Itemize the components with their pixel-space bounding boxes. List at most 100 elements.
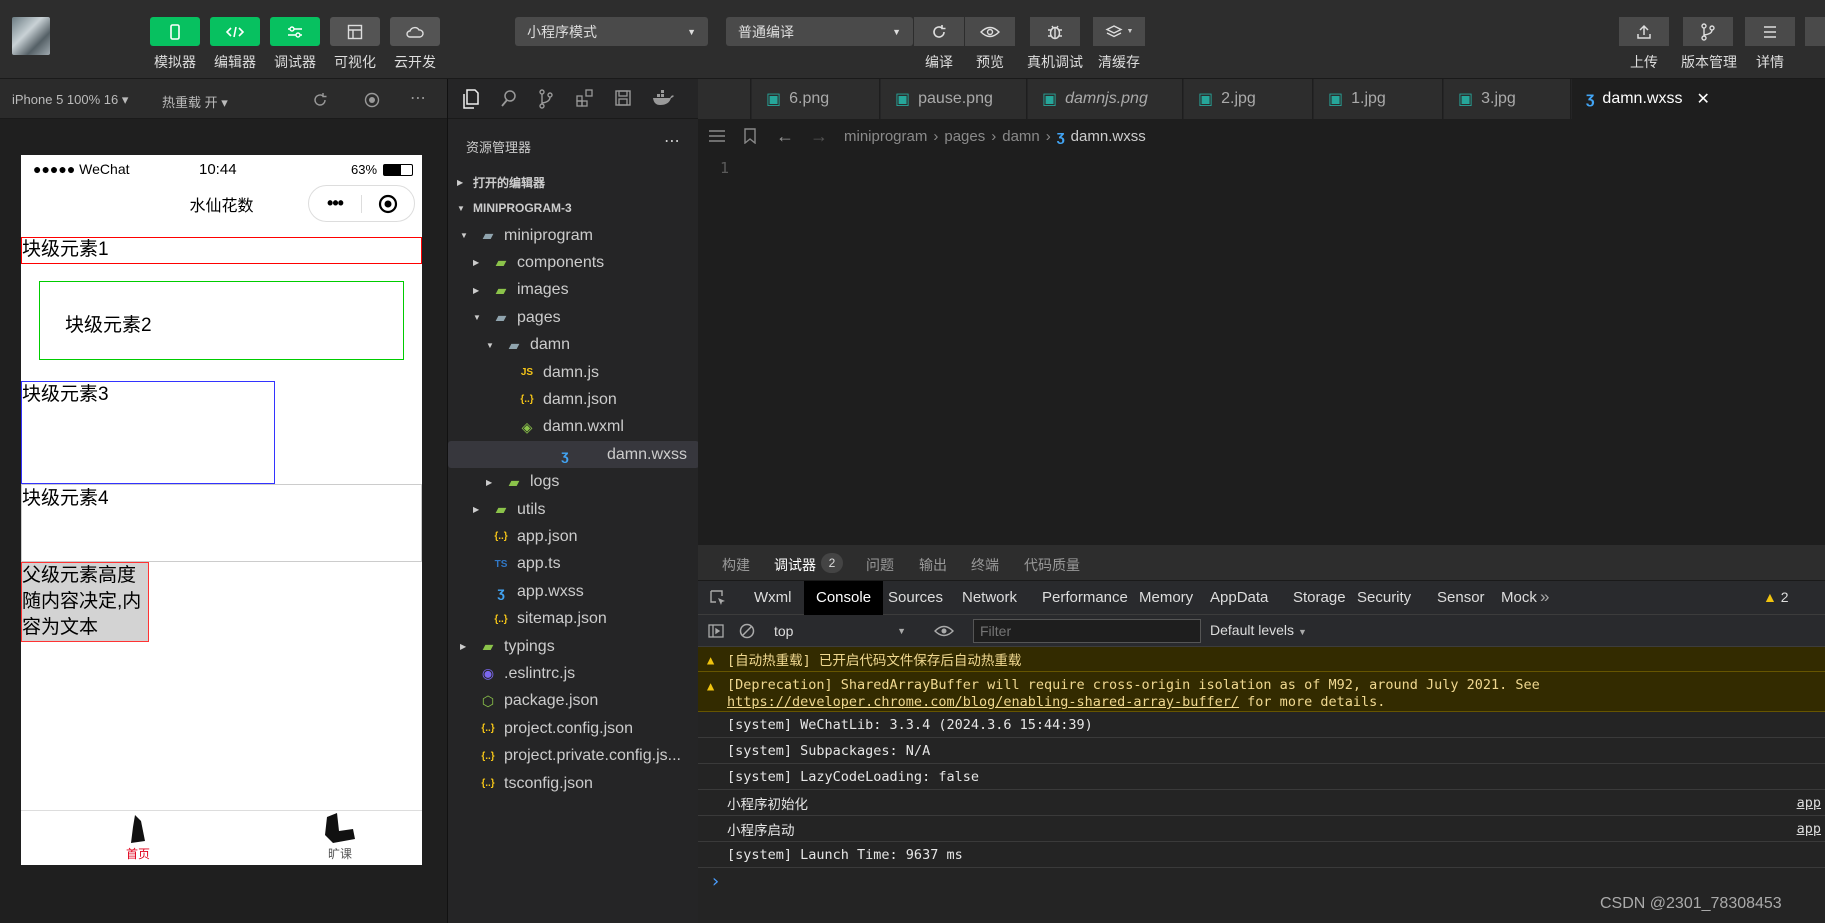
docker-icon[interactable] [652, 90, 674, 106]
tab-1-jpg[interactable]: ▣ 1.jpg [1314, 79, 1443, 119]
open-editors-section[interactable]: ▶ 打开的编辑器 [448, 169, 699, 195]
breadcrumb-item[interactable]: damn.wxss [1071, 128, 1146, 145]
tab-3-jpg[interactable]: ▣ 3.jpg [1444, 79, 1571, 119]
rotate-icon[interactable] [312, 92, 328, 108]
tree-item[interactable]: ▼ ▰ miniprogram [448, 222, 699, 249]
bookmark-icon[interactable] [744, 128, 756, 144]
close-icon[interactable]: ✕ [1696, 89, 1709, 109]
tree-item[interactable]: ʒ damn.wxss [448, 441, 699, 469]
tab-network[interactable]: Network [950, 581, 1029, 615]
tree-item[interactable]: ▶ ▰ components [448, 249, 699, 276]
clear-cache-button[interactable]: ▼ [1093, 17, 1145, 46]
files-icon[interactable] [462, 89, 480, 109]
tab-damnjs-png[interactable]: ▣ damnjs.png [1028, 79, 1183, 119]
breadcrumb-item[interactable]: miniprogram [844, 128, 927, 145]
tab-sensor[interactable]: Sensor [1425, 581, 1497, 615]
git-icon[interactable] [538, 89, 554, 109]
tab-appdata[interactable]: AppData [1198, 581, 1280, 615]
visual-button[interactable] [330, 17, 380, 46]
clear-console-icon[interactable] [739, 623, 755, 639]
tab-damn-wxss[interactable]: ʒ damn.wxss ✕ [1572, 79, 1825, 119]
tab-6-png[interactable]: ▣ 6.png [752, 79, 880, 119]
project-section[interactable]: ▼ MINIPROGRAM-3 [448, 195, 699, 221]
close-capsule-icon[interactable] [362, 194, 414, 214]
compile-button[interactable] [914, 17, 964, 46]
tree-item[interactable]: JS damn.js [448, 359, 699, 386]
mode-select[interactable]: 小程序模式 ▼ [515, 17, 708, 46]
cloud-button[interactable] [390, 17, 440, 46]
tab-wxml[interactable]: Wxml [742, 581, 804, 615]
tree-item[interactable]: ▶ ▰ typings [448, 633, 699, 660]
console-source-link[interactable]: app [1797, 795, 1821, 811]
compile-select[interactable]: 普通编译 ▼ [726, 17, 913, 46]
tree-item[interactable]: ⬡ package.json [448, 688, 699, 715]
simulator-button[interactable] [150, 17, 200, 46]
tab-debugger[interactable]: 调试器 [774, 555, 816, 583]
tree-item[interactable]: ▶ ▰ utils [448, 496, 699, 523]
real-device-debug-button[interactable] [1030, 17, 1080, 46]
tree-item[interactable]: TS app.ts [448, 551, 699, 578]
context-select[interactable]: top ▼ [764, 619, 914, 643]
capsule-menu[interactable]: ••• [308, 185, 415, 222]
eye-icon[interactable] [934, 624, 954, 638]
device-select[interactable]: iPhone 5 100% 16 ▾ [12, 92, 128, 108]
breadcrumb-item[interactable]: damn [1002, 128, 1040, 145]
forward-arrow-icon[interactable]: → [810, 126, 828, 147]
tree-item[interactable]: ◉ .eslintrc.js [448, 660, 699, 687]
tree-item[interactable]: ◈ damn.wxml [448, 414, 699, 441]
code-editor[interactable]: 1 [698, 153, 1825, 545]
tree-item[interactable]: ▼ ▰ pages [448, 304, 699, 331]
levels-select[interactable]: Default levels ▼ [1210, 622, 1307, 638]
console-source-link[interactable]: app [1797, 821, 1821, 837]
tree-item[interactable]: {..} project.config.json [448, 715, 699, 742]
upload-button[interactable] [1619, 17, 1669, 46]
breadcrumb-item[interactable]: pages [944, 128, 985, 145]
search-icon[interactable] [500, 89, 518, 109]
version-button[interactable] [1683, 17, 1733, 46]
tab-problems[interactable]: 问题 [866, 555, 894, 575]
tab-2-jpg[interactable]: ▣ 2.jpg [1184, 79, 1313, 119]
list-icon[interactable] [708, 129, 726, 143]
tab-terminal[interactable]: 终端 [971, 555, 999, 575]
save-icon[interactable] [614, 89, 632, 107]
tab-home[interactable]: 首页 [113, 813, 163, 862]
back-arrow-icon[interactable]: ← [776, 126, 794, 147]
tab-performance[interactable]: Performance [1030, 581, 1140, 615]
tree-item[interactable]: ʒ app.wxss [448, 578, 699, 605]
extensions-icon[interactable] [576, 89, 594, 107]
editor-button[interactable] [210, 17, 260, 46]
tab-code-quality[interactable]: 代码质量 [1024, 555, 1080, 575]
tab-output[interactable]: 输出 [919, 555, 947, 575]
console-link[interactable]: https://developer.chrome.com/blog/enabli… [727, 694, 1239, 710]
debugger-button[interactable] [270, 17, 320, 46]
tab-build[interactable]: 构建 [722, 555, 750, 575]
inspect-icon[interactable] [710, 590, 726, 606]
more-tabs-icon[interactable]: » [1540, 587, 1549, 607]
tree-item[interactable]: {..} app.json [448, 523, 699, 550]
tab-security[interactable]: Security [1345, 581, 1423, 615]
tab-memory[interactable]: Memory [1127, 581, 1205, 615]
tab-sources[interactable]: Sources [876, 581, 955, 615]
more-icon[interactable]: ⋯ [410, 88, 426, 108]
hotreload-select[interactable]: 热重载 开 ▾ [162, 92, 228, 111]
sidebar-toggle-icon[interactable] [708, 623, 724, 639]
tab-absent[interactable]: 旷课 [315, 813, 365, 862]
filter-input[interactable] [973, 619, 1201, 643]
console-prompt[interactable]: › [710, 871, 721, 892]
tab-console[interactable]: Console [804, 581, 884, 615]
tree-item[interactable]: {..} tsconfig.json [448, 770, 699, 797]
tree-item[interactable]: ▶ ▰ logs [448, 469, 699, 496]
more-toolbar-button[interactable] [1805, 17, 1825, 46]
tree-item[interactable]: ▼ ▰ damn [448, 332, 699, 359]
details-button[interactable] [1745, 17, 1795, 46]
tree-item[interactable]: {..} project.private.config.js... [448, 743, 699, 770]
tab-pause-png[interactable]: ▣ pause.png [881, 79, 1027, 119]
avatar[interactable] [12, 17, 50, 55]
tree-item[interactable]: {..} damn.json [448, 386, 699, 413]
more-dots-icon[interactable]: ••• [309, 193, 361, 214]
explorer-more-icon[interactable]: ⋯ [664, 131, 680, 151]
record-icon[interactable] [364, 92, 380, 108]
tree-item[interactable]: {..} sitemap.json [448, 606, 699, 633]
tree-item[interactable]: ▶ ▰ images [448, 277, 699, 304]
preview-button[interactable] [965, 17, 1015, 46]
